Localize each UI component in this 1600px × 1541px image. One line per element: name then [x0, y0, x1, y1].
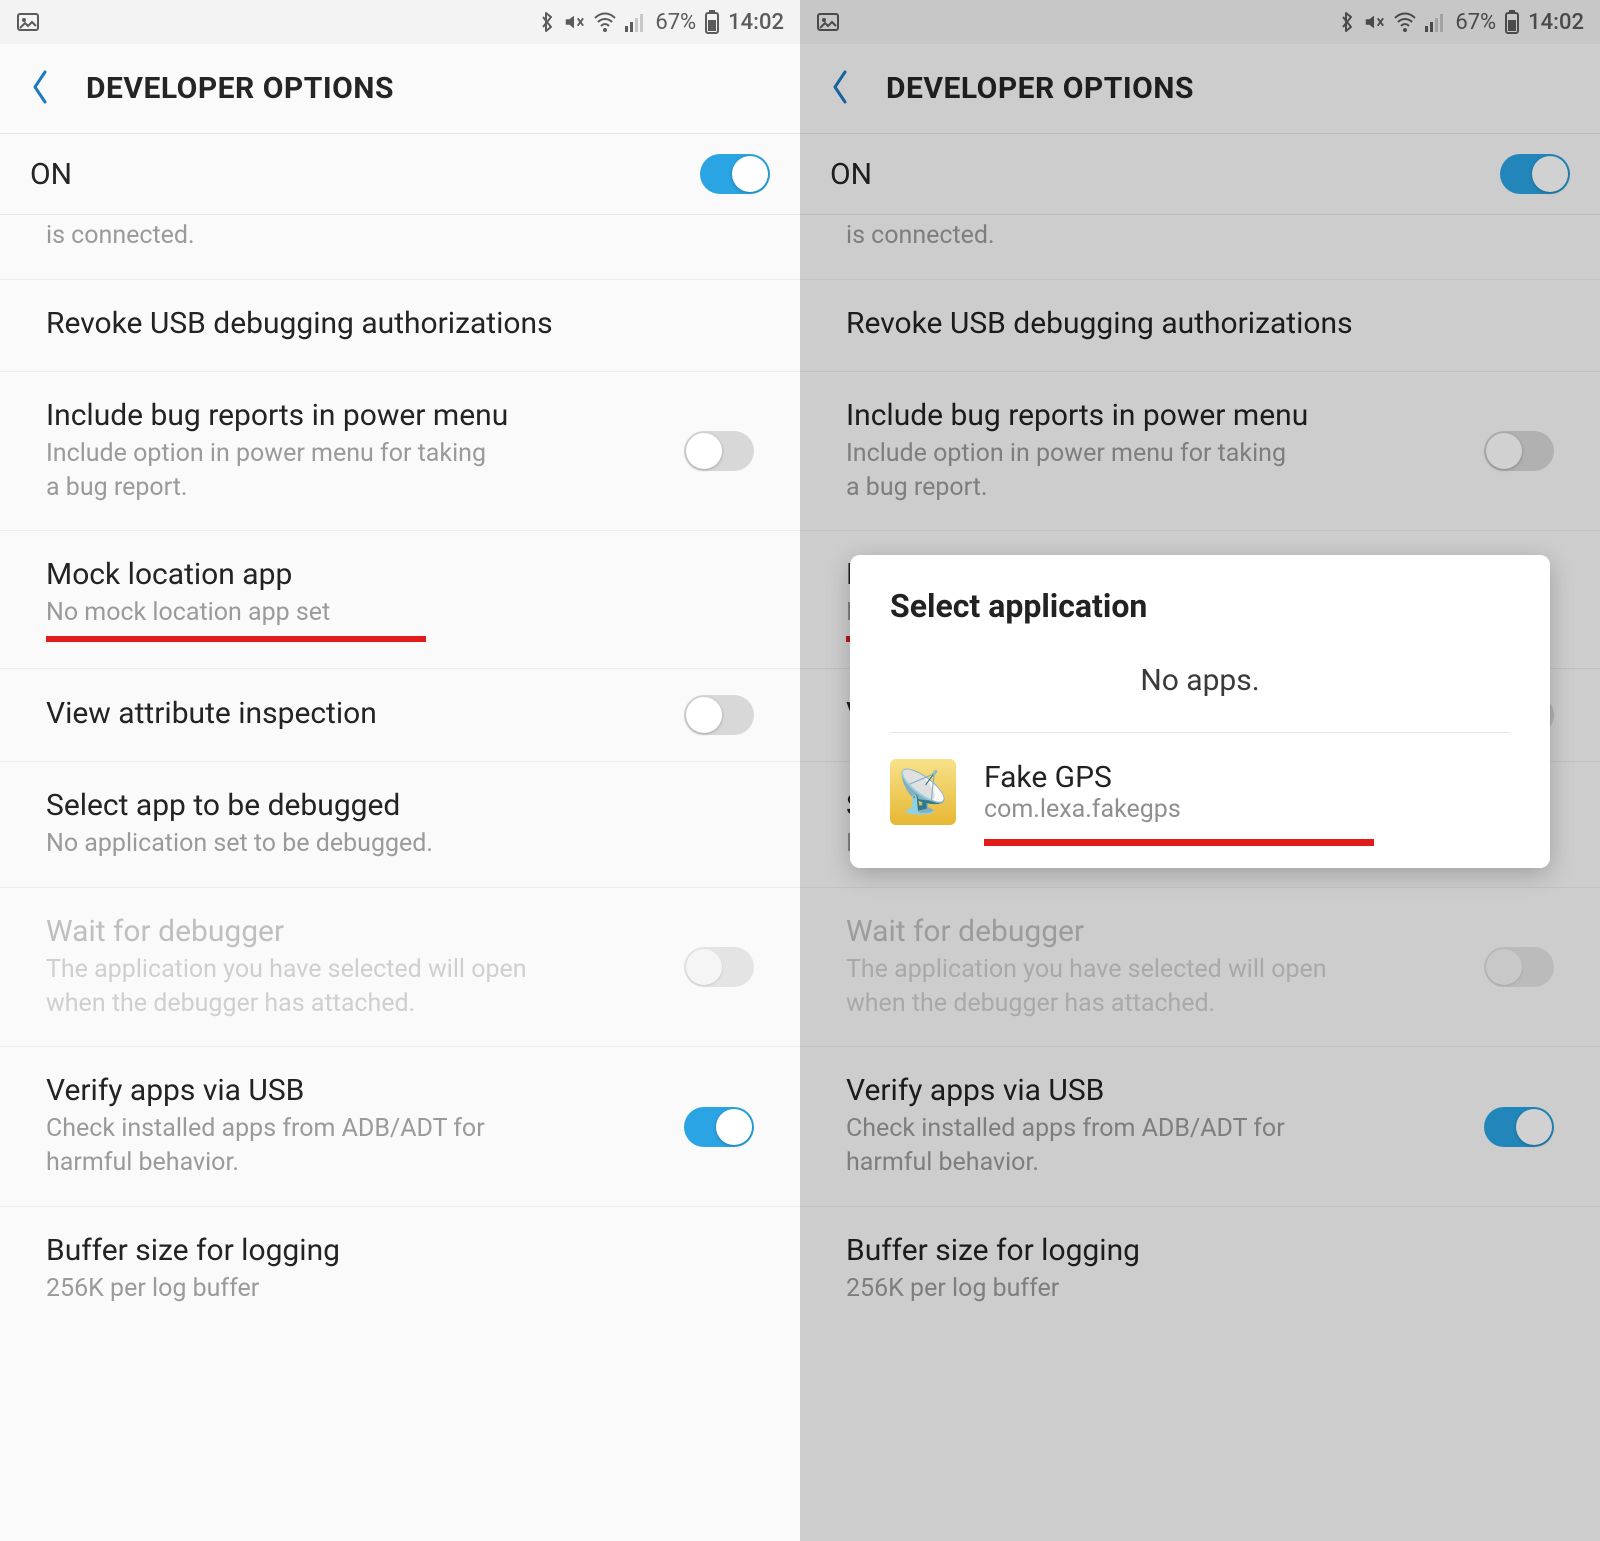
status-bar: 67% 14:02 — [800, 0, 1600, 44]
select-application-dialog[interactable]: Select application No apps. 📡 Fake GPS c… — [850, 555, 1550, 868]
bugreport-title: Include bug reports in power menu — [46, 398, 664, 433]
battery-icon — [704, 10, 720, 34]
bluetooth-icon — [1339, 11, 1355, 33]
wifi-icon — [593, 12, 617, 32]
revoke-title: Revoke USB debugging authorizations — [46, 306, 754, 341]
item-bug-reports[interactable]: Include bug reports in power menu Includ… — [0, 372, 800, 532]
master-toggle[interactable] — [700, 154, 770, 194]
page-title: DEVELOPER OPTIONS — [86, 71, 394, 106]
dialog-app-name: Fake GPS — [984, 760, 1181, 795]
waitdbg-toggle — [1484, 947, 1554, 987]
signal-icon — [625, 12, 647, 32]
revoke-title: Revoke USB debugging authorizations — [846, 306, 1554, 341]
verifyusb-toggle[interactable] — [1484, 1107, 1554, 1147]
waitdbg-sub: The application you have selected will o… — [46, 953, 664, 1021]
page-title: DEVELOPER OPTIONS — [886, 71, 1194, 106]
page-header: DEVELOPER OPTIONS — [0, 44, 800, 134]
viewattr-toggle[interactable] — [684, 695, 754, 735]
buffer-title: Buffer size for logging — [46, 1233, 754, 1268]
screen-right: 67% 14:02 DEVELOPER OPTIONS ON is connec… — [800, 0, 1600, 1541]
battery-icon — [1504, 10, 1520, 34]
bugreport-sub: Include option in power menu for taking … — [846, 437, 1464, 505]
viewattr-title: View attribute inspection — [46, 696, 664, 731]
selectdbg-sub: No application set to be debugged. — [46, 827, 754, 861]
item-buffer-size[interactable]: Buffer size for logging 256K per log buf… — [800, 1207, 1600, 1332]
settings-list: is connected. Revoke USB debugging autho… — [800, 215, 1600, 1541]
item-verify-usb[interactable]: Verify apps via USB Check installed apps… — [0, 1047, 800, 1207]
mock-title: Mock location app — [46, 557, 754, 592]
picture-icon — [816, 10, 840, 34]
waitdbg-title: Wait for debugger — [46, 914, 664, 949]
waitdbg-sub: The application you have selected will o… — [846, 953, 1464, 1021]
verifyusb-sub: Check installed apps from ADB/ADT for ha… — [46, 1112, 664, 1180]
battery-percent: 67% — [655, 10, 696, 35]
mock-sub: No mock location app set — [46, 596, 754, 630]
dialog-app-row[interactable]: 📡 Fake GPS com.lexa.fakegps — [850, 733, 1550, 833]
dialog-title: Select application — [850, 587, 1550, 649]
item-select-debug-app[interactable]: Select app to be debugged No application… — [0, 762, 800, 888]
clock: 14:02 — [1528, 10, 1584, 35]
item-wait-debugger: Wait for debugger The application you ha… — [0, 888, 800, 1048]
mute-icon — [563, 11, 585, 33]
page-header: DEVELOPER OPTIONS — [800, 44, 1600, 134]
battery-percent: 67% — [1455, 10, 1496, 35]
item-bug-reports[interactable]: Include bug reports in power menu Includ… — [800, 372, 1600, 532]
bugreport-toggle[interactable] — [684, 431, 754, 471]
bugreport-sub: Include option in power menu for taking … — [46, 437, 664, 505]
verifyusb-title: Verify apps via USB — [846, 1073, 1464, 1108]
item-view-attribute[interactable]: View attribute inspection — [0, 669, 800, 762]
status-bar: 67% 14:02 — [0, 0, 800, 44]
master-toggle-label: ON — [830, 157, 872, 192]
verifyusb-toggle[interactable] — [684, 1107, 754, 1147]
back-icon[interactable] — [830, 69, 850, 109]
item-verify-usb[interactable]: Verify apps via USB Check installed apps… — [800, 1047, 1600, 1207]
dialog-app-highlight — [984, 839, 1374, 846]
back-icon[interactable] — [30, 69, 50, 109]
waitdbg-title: Wait for debugger — [846, 914, 1464, 949]
bluetooth-icon — [539, 11, 555, 33]
bugreport-toggle[interactable] — [1484, 431, 1554, 471]
dialog-no-apps[interactable]: No apps. — [850, 649, 1550, 732]
buffer-sub: 256K per log buffer — [846, 1272, 1554, 1306]
wifi-icon — [1393, 12, 1417, 32]
item-connected-tail[interactable]: is connected. — [800, 215, 1600, 280]
clock: 14:02 — [728, 10, 784, 35]
master-toggle[interactable] — [1500, 154, 1570, 194]
verifyusb-sub: Check installed apps from ADB/ADT for ha… — [846, 1112, 1464, 1180]
item-revoke-usb[interactable]: Revoke USB debugging authorizations — [800, 280, 1600, 372]
item-mock-location[interactable]: Mock location app No mock location app s… — [0, 531, 800, 669]
bugreport-title: Include bug reports in power menu — [846, 398, 1464, 433]
item-buffer-size[interactable]: Buffer size for logging 256K per log buf… — [0, 1207, 800, 1332]
item-wait-debugger: Wait for debugger The application you ha… — [800, 888, 1600, 1048]
fake-gps-icon: 📡 — [890, 759, 956, 825]
connected-sub: is connected. — [846, 219, 1554, 253]
waitdbg-toggle — [684, 947, 754, 987]
master-toggle-label: ON — [30, 157, 72, 192]
verifyusb-title: Verify apps via USB — [46, 1073, 664, 1108]
dialog-app-package: com.lexa.fakegps — [984, 795, 1181, 824]
buffer-sub: 256K per log buffer — [46, 1272, 754, 1306]
signal-icon — [1425, 12, 1447, 32]
buffer-title: Buffer size for logging — [846, 1233, 1554, 1268]
item-connected-tail[interactable]: is connected. — [0, 215, 800, 280]
selectdbg-title: Select app to be debugged — [46, 788, 754, 823]
item-revoke-usb[interactable]: Revoke USB debugging authorizations — [0, 280, 800, 372]
mock-highlight — [46, 636, 426, 642]
master-toggle-row[interactable]: ON — [0, 134, 800, 215]
mute-icon — [1363, 11, 1385, 33]
picture-icon — [16, 10, 40, 34]
screen-left: 67% 14:02 DEVELOPER OPTIONS ON is connec… — [0, 0, 800, 1541]
settings-list: is connected. Revoke USB debugging autho… — [0, 215, 800, 1541]
master-toggle-row[interactable]: ON — [800, 134, 1600, 215]
connected-sub: is connected. — [46, 219, 754, 253]
